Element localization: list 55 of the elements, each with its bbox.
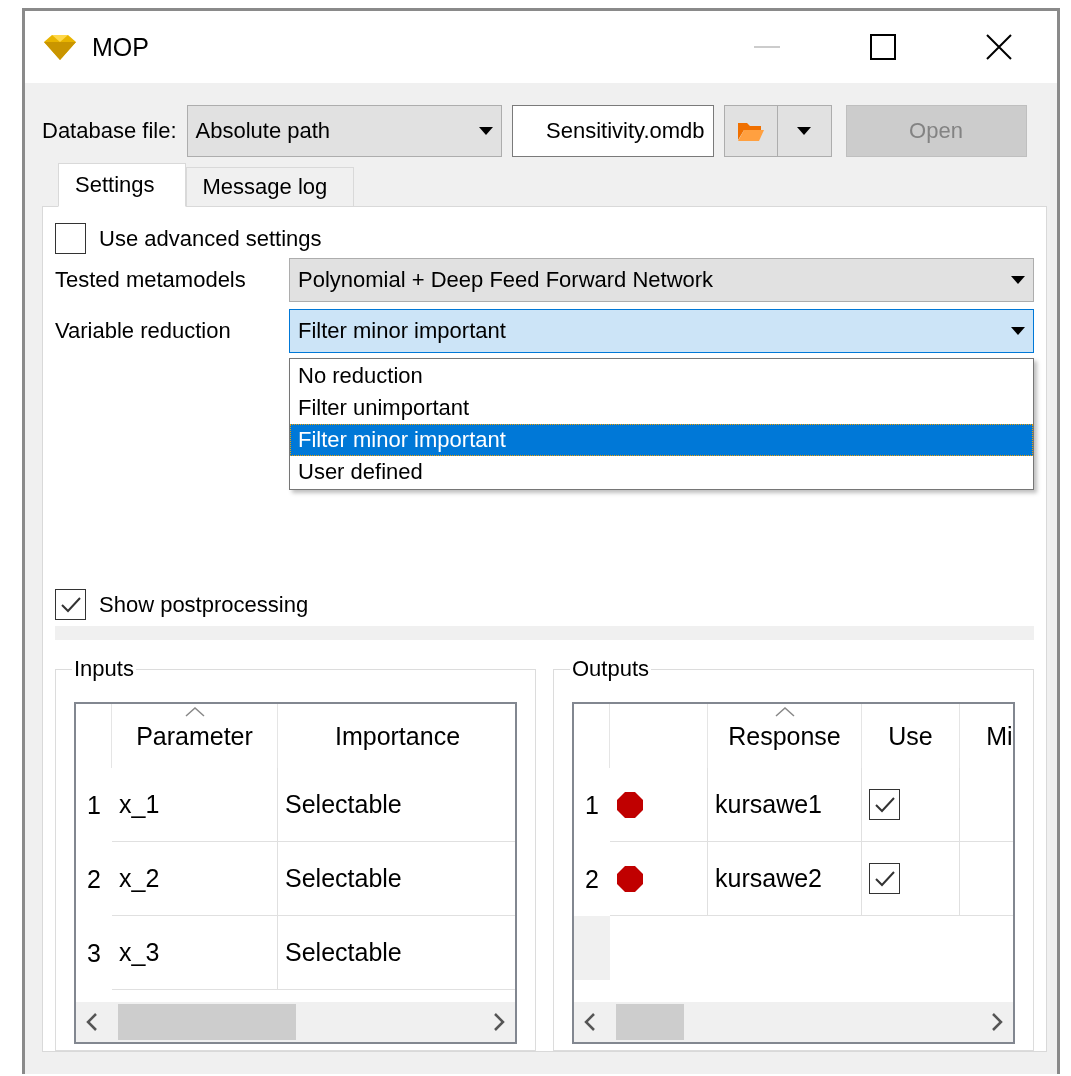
checkmark-icon	[873, 795, 896, 814]
dropdown-option[interactable]: No reduction	[290, 360, 1033, 393]
close-icon	[986, 34, 1012, 60]
checkbox[interactable]	[55, 223, 86, 255]
scroll-left-icon[interactable]	[584, 1012, 596, 1032]
table-cell: x_1	[112, 768, 278, 842]
window-title: MOP	[92, 32, 150, 62]
dropdown-arrow-icon	[797, 127, 812, 135]
table-cell: Selectable	[278, 916, 515, 990]
scrollbar-thumb[interactable]	[118, 1004, 296, 1040]
table-cell: kursawe2	[708, 842, 862, 916]
reduction-dropdown[interactable]: Filter minor important	[289, 308, 1034, 353]
group-title: Outputs	[571, 656, 651, 682]
scroll-right-icon[interactable]	[991, 1012, 1003, 1032]
column-header[interactable]: Use	[862, 704, 960, 768]
horizontal-scrollbar[interactable]	[76, 1002, 515, 1042]
maximize-icon	[870, 34, 896, 60]
database-file-label: Database file:	[42, 118, 177, 144]
minimize-icon	[754, 46, 780, 48]
column-header[interactable]: Importance	[278, 704, 515, 768]
scrollbar-thumb[interactable]	[616, 1004, 684, 1040]
dropdown-option[interactable]: Filter unimportant	[290, 392, 1033, 425]
checkmark-icon	[59, 595, 82, 614]
checkbox[interactable]	[869, 789, 900, 820]
table-cell: x_2	[112, 842, 278, 916]
gem-icon	[42, 33, 78, 61]
metamodels-dropdown[interactable]: Polynomial + Deep Feed Forward Network	[289, 257, 1034, 302]
column-header[interactable]: Mi	[960, 704, 1013, 768]
column-header[interactable]: Parameter	[112, 704, 278, 768]
dropdown-option[interactable]: Filter minor important	[290, 424, 1033, 457]
checkbox-label: Show postprocessing	[99, 591, 309, 618]
path-mode-dropdown[interactable]: Absolute path	[186, 105, 502, 157]
path-field[interactable]: Sensitivity.omdb	[511, 105, 714, 157]
table-cell: Selectable	[278, 768, 515, 842]
checkbox-label: Use advanced settings	[99, 225, 322, 252]
dropdown-arrow-icon	[478, 127, 493, 135]
scroll-right-icon[interactable]	[493, 1012, 505, 1032]
tab[interactable]: Settings	[58, 163, 186, 207]
table-cell: x_3	[112, 916, 278, 990]
table-cell: kursawe1	[708, 768, 862, 842]
field-label: Tested metamodels	[55, 266, 247, 293]
table-cell: Selectable	[278, 842, 515, 916]
column-header[interactable]: Response	[708, 704, 862, 768]
horizontal-scrollbar[interactable]	[574, 1002, 1013, 1042]
tab[interactable]: Message log	[185, 167, 355, 207]
group-title: Inputs	[73, 656, 135, 682]
checkbox[interactable]	[55, 589, 86, 621]
checkmark-icon	[873, 869, 896, 888]
checkbox[interactable]	[869, 863, 900, 894]
folder-icon	[736, 120, 765, 142]
dropdown-arrow-icon	[1011, 275, 1025, 284]
dropdown-arrow-icon	[1011, 326, 1025, 335]
dropdown-option[interactable]: User defined	[290, 456, 1033, 489]
field-label: Variable reduction	[55, 317, 232, 344]
scroll-left-icon[interactable]	[86, 1012, 98, 1032]
